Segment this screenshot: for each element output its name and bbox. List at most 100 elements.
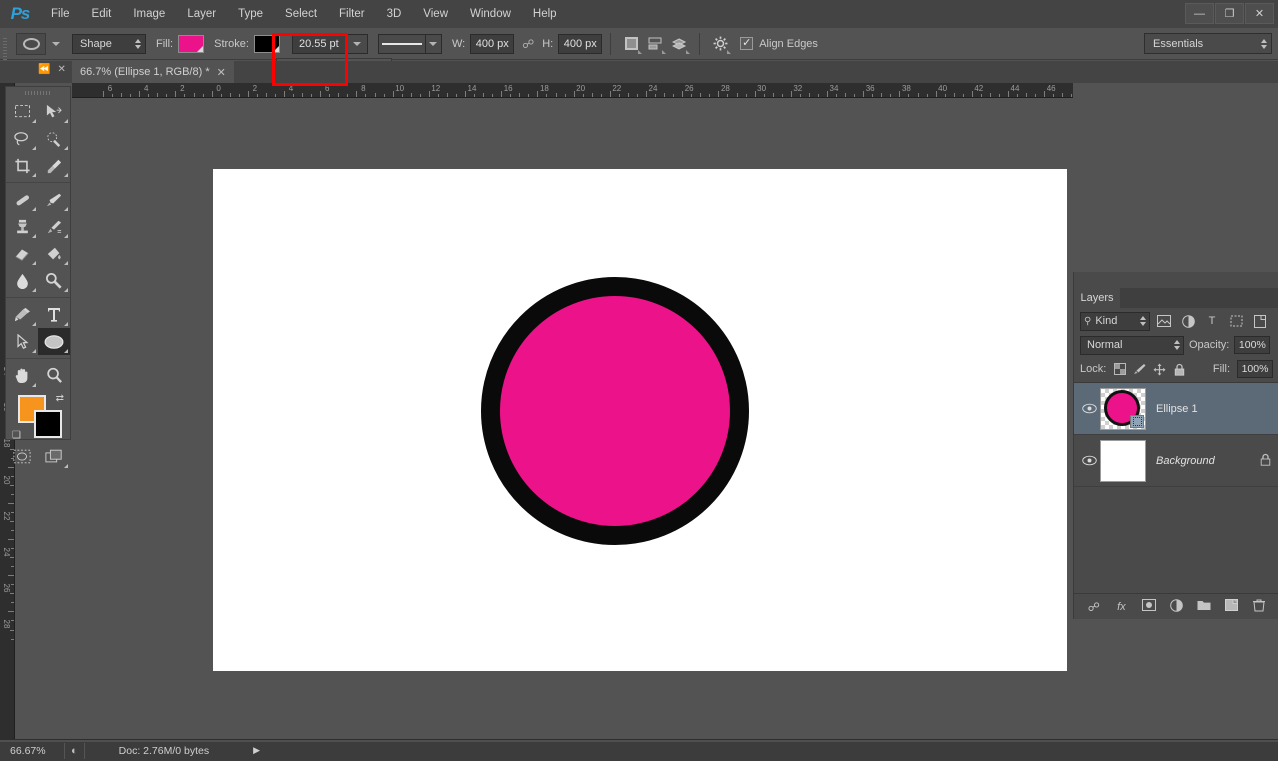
path-arrangement-icon[interactable] [667, 33, 691, 55]
link-layers-icon[interactable]: ☍ [1085, 600, 1103, 614]
add-mask-icon[interactable] [1140, 599, 1158, 614]
proxy-preview-icon[interactable]: ◐ [71, 745, 78, 757]
fill-label: Fill: [1212, 363, 1230, 375]
status-menu-icon[interactable]: ▶ [253, 745, 260, 756]
options-bar-gripper[interactable] [0, 27, 10, 60]
adjustment-filter-icon[interactable] [1178, 312, 1198, 331]
quick-mask-icon[interactable] [6, 443, 38, 470]
layer-name[interactable]: Background [1146, 455, 1260, 467]
align-edges-control[interactable]: ✓ Align Edges [740, 37, 818, 50]
stroke-width-control[interactable]: 20.55 pt [291, 33, 368, 54]
menu-3d[interactable]: 3D [376, 0, 413, 28]
restore-button[interactable]: ❐ [1215, 3, 1244, 24]
opacity-input[interactable]: 100% [1234, 336, 1271, 354]
tools-panel-gripper[interactable] [6, 87, 70, 98]
menu-help[interactable]: Help [522, 0, 568, 28]
layer-name[interactable]: Ellipse 1 [1146, 403, 1278, 415]
stroke-style-dropdown-button[interactable] [425, 33, 442, 54]
menu-type[interactable]: Type [227, 0, 274, 28]
menu-image[interactable]: Image [122, 0, 176, 28]
menu-select[interactable]: Select [274, 0, 328, 28]
align-edges-checkbox[interactable]: ✓ [740, 37, 754, 50]
path-operations-icon[interactable] [619, 33, 643, 55]
brush-tool[interactable] [38, 186, 70, 213]
lock-position-icon[interactable] [1153, 362, 1166, 376]
healing-brush-tool[interactable] [6, 186, 38, 213]
pixel-filter-icon[interactable] [1154, 312, 1174, 331]
delete-layer-icon[interactable] [1250, 599, 1268, 615]
fill-color-swatch[interactable] [178, 34, 205, 53]
shape-filter-icon[interactable] [1226, 312, 1246, 331]
layer-thumbnail[interactable] [1100, 387, 1146, 430]
lock-transparent-pixels-icon[interactable] [1113, 362, 1126, 376]
collapse-dock-icon[interactable]: ⏪ [38, 64, 50, 75]
marquee-tool[interactable] [6, 98, 38, 125]
document-tab[interactable]: 66.7% (Ellipse 1, RGB/8) * ✕ [72, 61, 234, 83]
swap-colors-icon[interactable]: ⇄ [56, 393, 64, 404]
crop-tool[interactable] [6, 152, 38, 179]
zoom-tool[interactable] [38, 362, 70, 389]
layer-row-ellipse-1[interactable]: Ellipse 1 [1074, 383, 1278, 435]
default-colors-icon[interactable]: ❏ [12, 430, 21, 441]
path-alignment-icon[interactable] [643, 33, 667, 55]
new-layer-icon[interactable] [1223, 599, 1241, 614]
workspace-selector[interactable]: Essentials [1144, 33, 1272, 54]
shape-mode-select[interactable]: Shape [72, 33, 146, 54]
stroke-width-dropdown-button[interactable] [347, 33, 368, 54]
ellipse-tool[interactable] [38, 328, 70, 355]
history-brush-tool[interactable] [38, 213, 70, 240]
stroke-width-input[interactable]: 20.55 pt [291, 33, 348, 54]
smart-object-filter-icon[interactable] [1250, 312, 1270, 331]
lock-all-icon[interactable] [1173, 362, 1186, 376]
menu-filter[interactable]: Filter [328, 0, 376, 28]
blur-tool[interactable] [6, 267, 38, 294]
hand-tool[interactable] [6, 362, 38, 389]
canvas-area[interactable] [15, 98, 1073, 739]
move-tool[interactable] [38, 98, 70, 125]
layer-style-fx-icon[interactable]: fx [1112, 601, 1130, 613]
width-input[interactable]: 400 px [470, 33, 515, 54]
blend-mode-select[interactable]: Normal [1080, 335, 1184, 355]
filter-kind-select[interactable]: ⚲ Kind [1080, 311, 1150, 331]
zoom-level-input[interactable]: 66.67% [6, 743, 58, 758]
link-wh-icon[interactable]: ☍ [520, 37, 536, 51]
tool-preset-picker[interactable] [16, 32, 60, 55]
eraser-tool[interactable] [6, 240, 38, 267]
stroke-color-swatch[interactable] [253, 34, 280, 53]
lock-image-pixels-icon[interactable] [1133, 362, 1146, 376]
quick-selection-tool[interactable] [38, 125, 70, 152]
eyedropper-tool[interactable] [38, 152, 70, 179]
fill-input[interactable]: 100% [1237, 360, 1273, 378]
gradient-tool[interactable] [38, 240, 70, 267]
menu-view[interactable]: View [412, 0, 459, 28]
adjustment-layer-icon[interactable] [1167, 598, 1185, 615]
pen-tool[interactable] [6, 301, 38, 328]
menu-window[interactable]: Window [459, 0, 522, 28]
stroke-style-control[interactable] [377, 33, 442, 54]
close-dock-icon[interactable]: ✕ [57, 64, 65, 75]
vector-mask-thumbnail[interactable] [1130, 414, 1144, 428]
layer-visibility-icon[interactable] [1078, 403, 1100, 414]
screen-mode-icon[interactable] [38, 443, 70, 470]
clone-stamp-tool[interactable] [6, 213, 38, 240]
background-color-swatch[interactable] [34, 410, 62, 438]
close-button[interactable]: ✕ [1245, 3, 1274, 24]
menu-edit[interactable]: Edit [81, 0, 123, 28]
layer-row-background[interactable]: Background [1074, 435, 1278, 487]
tab-layers[interactable]: Layers [1074, 288, 1120, 308]
ellipse-shape[interactable] [481, 277, 749, 545]
menu-file[interactable]: File [40, 0, 81, 28]
close-document-icon[interactable]: ✕ [217, 66, 226, 79]
lasso-tool[interactable] [6, 125, 38, 152]
type-tool[interactable] [38, 301, 70, 328]
path-selection-tool[interactable] [6, 328, 38, 355]
height-input[interactable]: 400 px [558, 33, 603, 54]
layer-visibility-icon[interactable] [1078, 455, 1100, 466]
artboard[interactable] [213, 169, 1067, 671]
menu-layer[interactable]: Layer [176, 0, 227, 28]
new-group-icon[interactable] [1195, 599, 1213, 614]
gear-icon[interactable] [708, 33, 732, 55]
dodge-tool[interactable] [38, 267, 70, 294]
minimize-button[interactable]: — [1185, 3, 1214, 24]
layer-thumbnail[interactable] [1100, 439, 1146, 482]
